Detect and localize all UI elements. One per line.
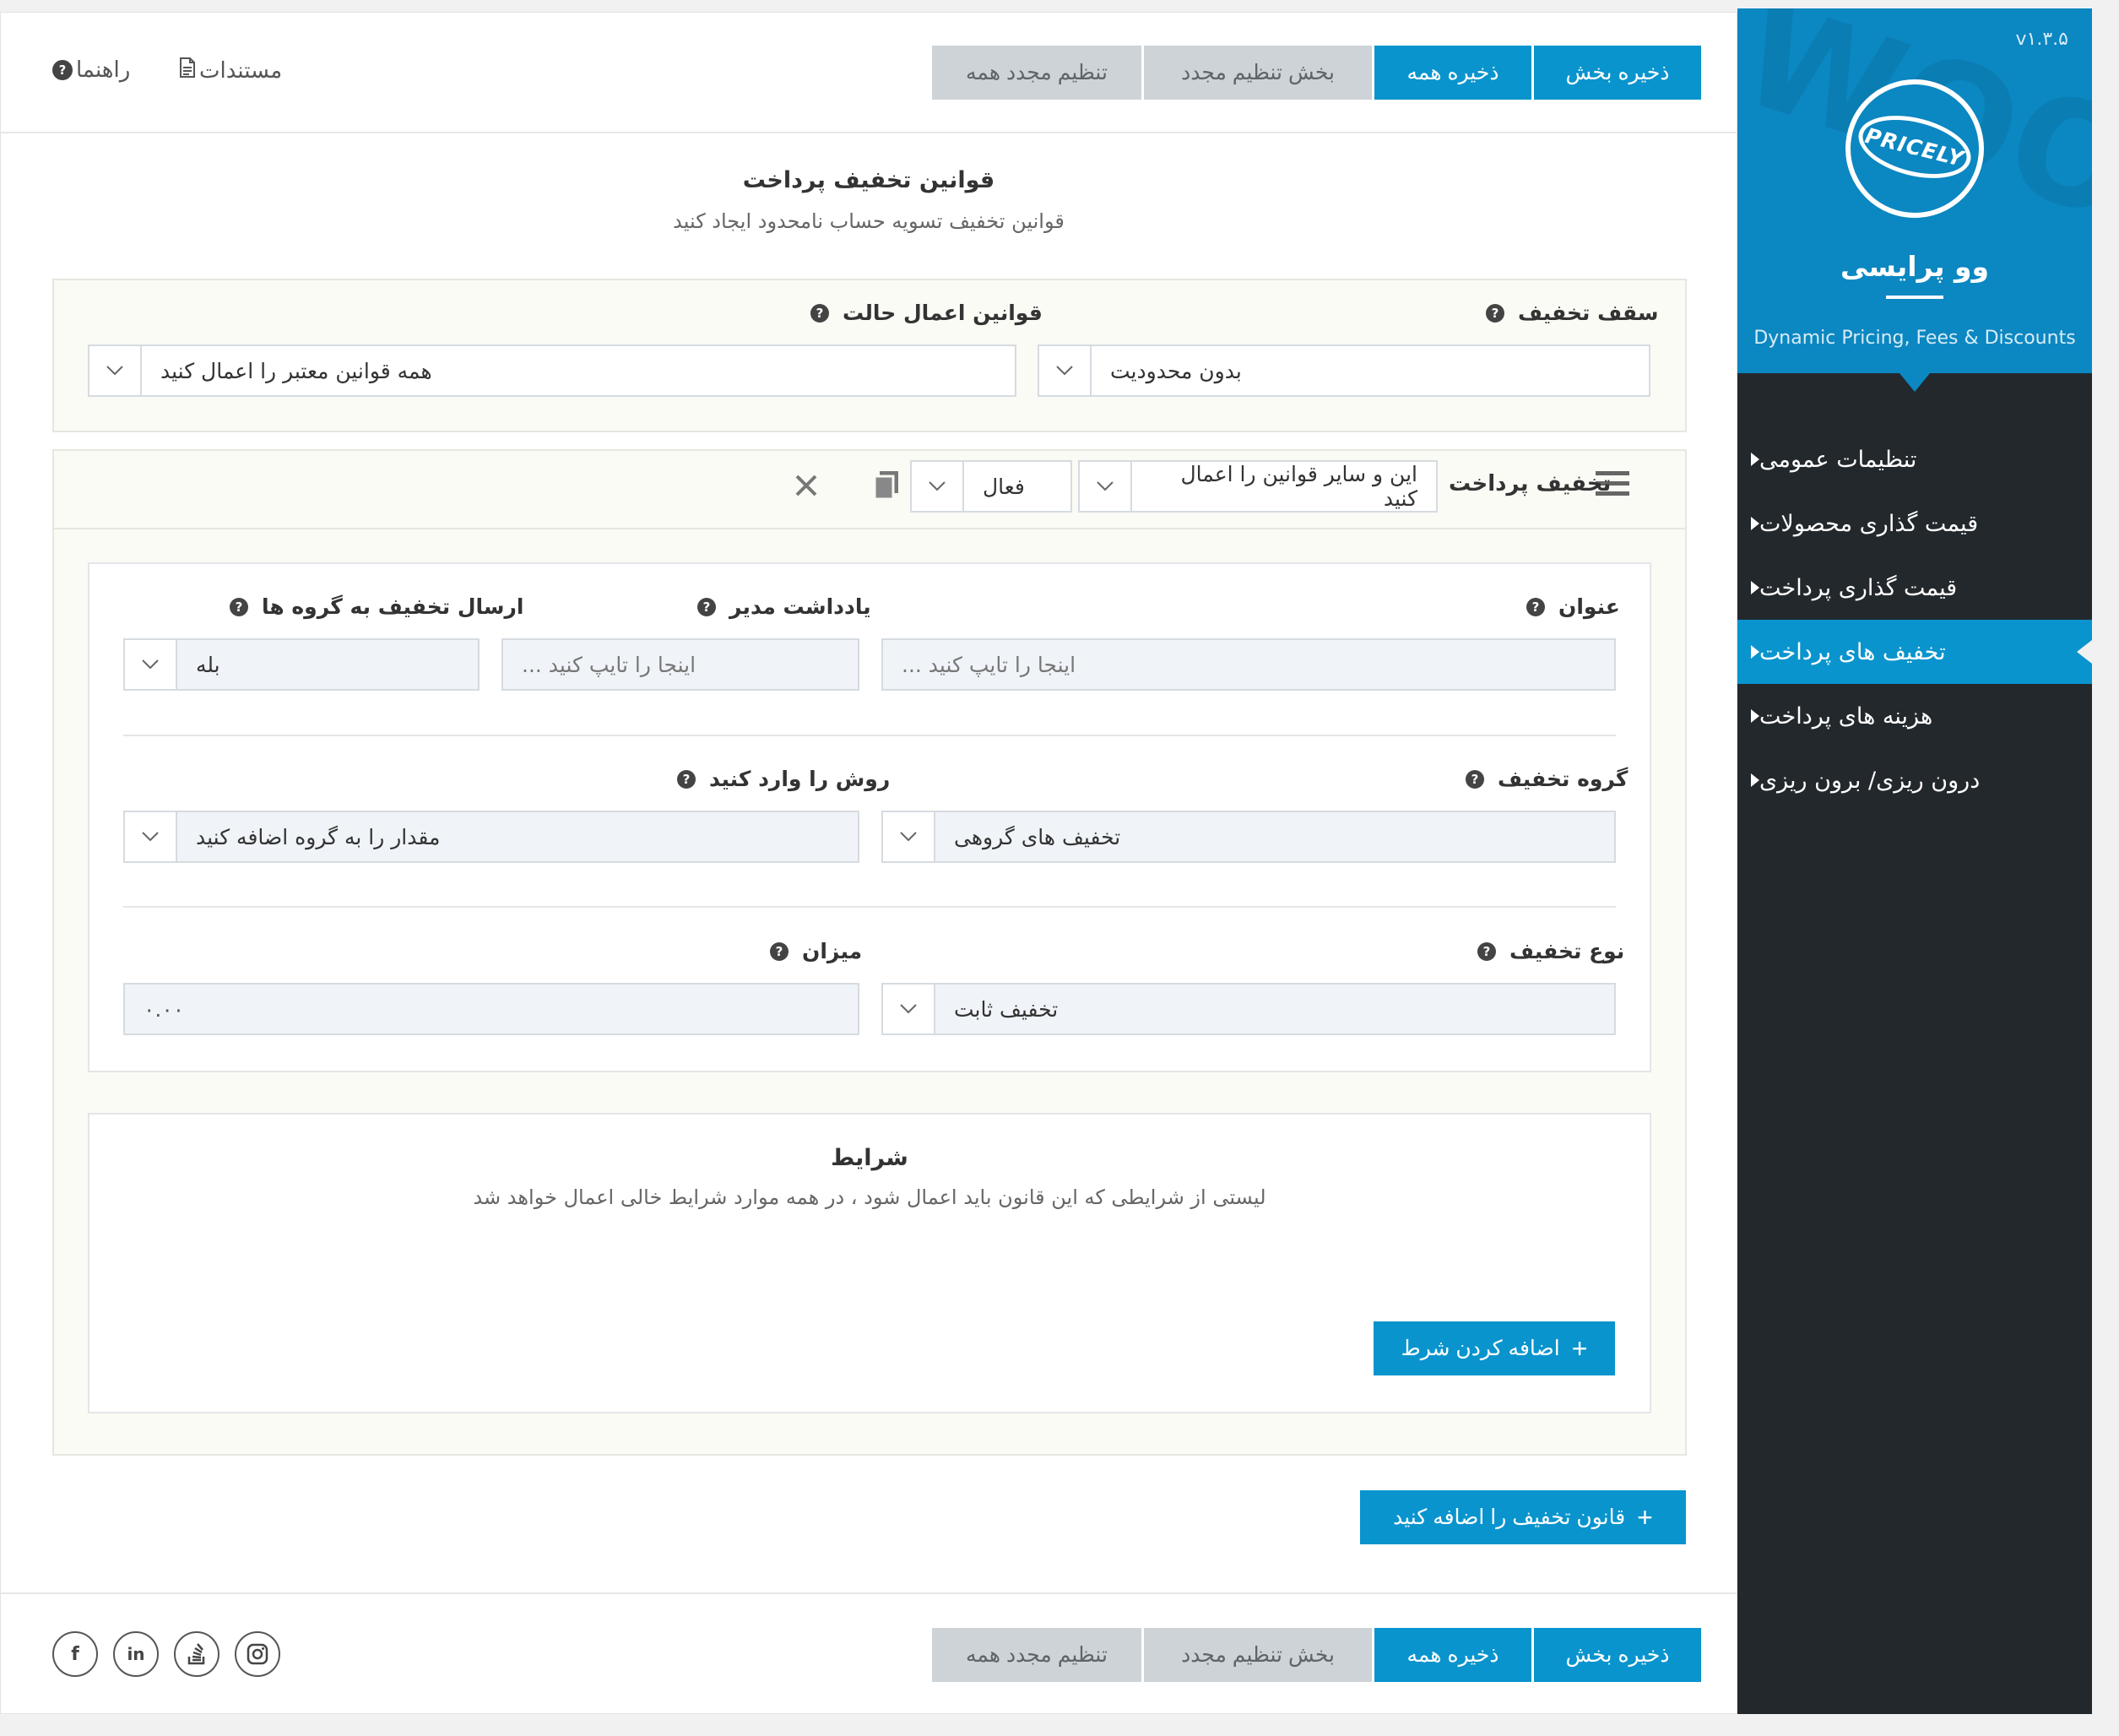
send-to-groups-select[interactable]: بله (123, 638, 480, 691)
chevron-down-icon (883, 985, 935, 1033)
sidebar-item-checkout-fees[interactable]: هزینه های پرداخت (1737, 684, 2092, 748)
caret-right-icon (1751, 581, 1759, 594)
sidebar-header-pointer (1900, 373, 1930, 392)
discount-cap-select[interactable]: بدون محدودیت (1038, 344, 1650, 397)
caret-right-icon (1751, 709, 1759, 723)
reset-all-button[interactable]: تنظیم مجدد همه (932, 1628, 1141, 1682)
send-to-groups-label: ارسال تخفیف به گروه ها ? (230, 594, 523, 619)
discount-group-label: گروه تخفیف ? (1466, 767, 1628, 791)
method-label: روش را وارد کنید ? (677, 767, 890, 791)
rule-status-select[interactable]: فعال (910, 460, 1072, 513)
sidebar-item-general-settings[interactable]: تنظیمات عمومی (1737, 427, 2092, 491)
amount-input[interactable]: ۰.۰۰ (123, 983, 859, 1035)
plus-icon: + (1571, 1333, 1588, 1364)
add-rule-button[interactable]: + قانون تخفیف را اضافه کنید (1360, 1490, 1686, 1544)
sidebar-item-import-export[interactable]: درون ریزی/ برون ریزی (1737, 748, 2092, 812)
help-icon[interactable]: ? (810, 303, 829, 323)
pricely-logo: PRICELY (1845, 79, 1984, 218)
add-condition-button[interactable]: + اضافه کردن شرط (1374, 1321, 1615, 1375)
discount-type-label: نوع تخفیف ? (1477, 939, 1624, 963)
chevron-down-icon (125, 640, 177, 689)
section-subtitle: قوانین تخفیف تسویه حساب نامحدود ایجاد کن… (673, 209, 1065, 233)
sidebar-item-product-pricing[interactable]: قیمت گذاری محصولات (1737, 491, 2092, 556)
sidebar-item-checkout-discounts[interactable]: تخفیف های پرداخت (1737, 620, 2092, 684)
title-label: عنوان ? (1526, 594, 1620, 619)
docs-label: مستندات (199, 57, 283, 84)
brand-name: وو پرایسی (1840, 250, 1990, 283)
help-icon[interactable]: ? (677, 769, 696, 789)
active-item-pointer (2077, 640, 2092, 664)
brand-tagline: Dynamic Pricing, Fees & Discounts (1753, 328, 2076, 349)
reset-all-button[interactable]: تنظیم مجدد همه (932, 46, 1141, 100)
help-icon[interactable]: ? (1477, 941, 1496, 961)
stackoverflow-icon[interactable] (174, 1631, 219, 1677)
reset-section-button[interactable]: بخش تنظیم مجدد (1144, 1628, 1372, 1682)
help-icon[interactable]: ? (1486, 303, 1504, 323)
help-icon[interactable]: ? (770, 941, 789, 961)
close-icon[interactable] (794, 473, 819, 498)
caret-right-icon (1751, 645, 1759, 659)
chevron-down-icon (883, 812, 935, 861)
chevron-down-icon (1039, 346, 1092, 395)
discount-group-select[interactable]: تخفیف های گروهی (881, 811, 1616, 863)
document-icon (179, 57, 196, 84)
brand-underline (1886, 296, 1943, 299)
help-link[interactable]: ? راهنما (52, 57, 130, 83)
rule-apply-select[interactable]: این و سایر قوانین را اعمال کنید (1078, 460, 1438, 513)
save-section-button[interactable]: ذخیره بخش (1534, 46, 1701, 100)
rule-title-input[interactable]: اینجا را تایپ کنید ... (881, 638, 1616, 691)
caret-right-icon (1751, 453, 1759, 466)
caret-right-icon (1751, 773, 1759, 787)
field-divider (123, 735, 1616, 736)
discount-cap-label: سقف تخفیف ? (1486, 301, 1658, 325)
method-select[interactable]: مقدار را به گروه اضافه کنید (123, 811, 859, 863)
linkedin-icon[interactable]: in (113, 1631, 159, 1677)
help-icon: ? (52, 60, 73, 80)
field-divider (123, 906, 1616, 908)
top-toolbar: ذخیره بخش ذخیره همه بخش تنظیم مجدد تنظیم… (0, 12, 1737, 133)
logo-text: PRICELY (1862, 122, 1967, 171)
save-all-button[interactable]: ذخیره همه (1374, 1628, 1531, 1682)
conditions-subtitle: لیستی از شرایطی که این قانون باید اعمال … (473, 1185, 1266, 1209)
plus-icon: + (1637, 1502, 1653, 1533)
chevron-down-icon (125, 812, 177, 861)
instagram-icon[interactable] (235, 1631, 280, 1677)
admin-note-label: یادداشت مدیر ? (697, 594, 871, 619)
save-section-button[interactable]: ذخیره بخش (1534, 1628, 1701, 1682)
chevron-down-icon (89, 346, 142, 395)
help-icon[interactable]: ? (1526, 597, 1545, 616)
section-title: قوانین تخفیف پرداخت (742, 167, 995, 193)
docs-link[interactable]: مستندات (179, 57, 282, 84)
version-label: v۱.۳.۵ (2015, 29, 2068, 50)
save-all-button[interactable]: ذخیره همه (1374, 46, 1531, 100)
help-icon[interactable]: ? (697, 597, 716, 616)
conditions-title: شرایط (831, 1145, 908, 1171)
rule-header-title: تخفیف پرداخت (1449, 471, 1612, 496)
duplicate-icon[interactable] (873, 471, 898, 501)
help-icon[interactable]: ? (1466, 769, 1484, 789)
apply-mode-label: قوانین اعمال حالت ? (810, 301, 1043, 325)
apply-mode-select[interactable]: همه قوانین معتبر را اعمال کنید (88, 344, 1016, 397)
reset-section-button[interactable]: بخش تنظیم مجدد (1144, 46, 1372, 100)
amount-label: میزان ? (770, 939, 862, 963)
caret-right-icon (1751, 517, 1759, 530)
chevron-down-icon (912, 462, 964, 511)
help-icon[interactable]: ? (230, 597, 248, 616)
facebook-icon[interactable]: f (52, 1631, 98, 1677)
admin-note-input[interactable]: اینجا را تایپ کنید ... (501, 638, 859, 691)
help-label: راهنما (76, 57, 131, 83)
chevron-down-icon (1080, 462, 1132, 511)
rule-header-divider (52, 528, 1687, 529)
discount-type-select[interactable]: تخفیف ثابت (881, 983, 1616, 1035)
sidebar-item-checkout-pricing[interactable]: قیمت گذاری پرداخت (1737, 556, 2092, 620)
sidebar-header: WOO v۱.۳.۵ PRICELY وو پرایسی Dynamic Pri… (1737, 8, 2092, 373)
